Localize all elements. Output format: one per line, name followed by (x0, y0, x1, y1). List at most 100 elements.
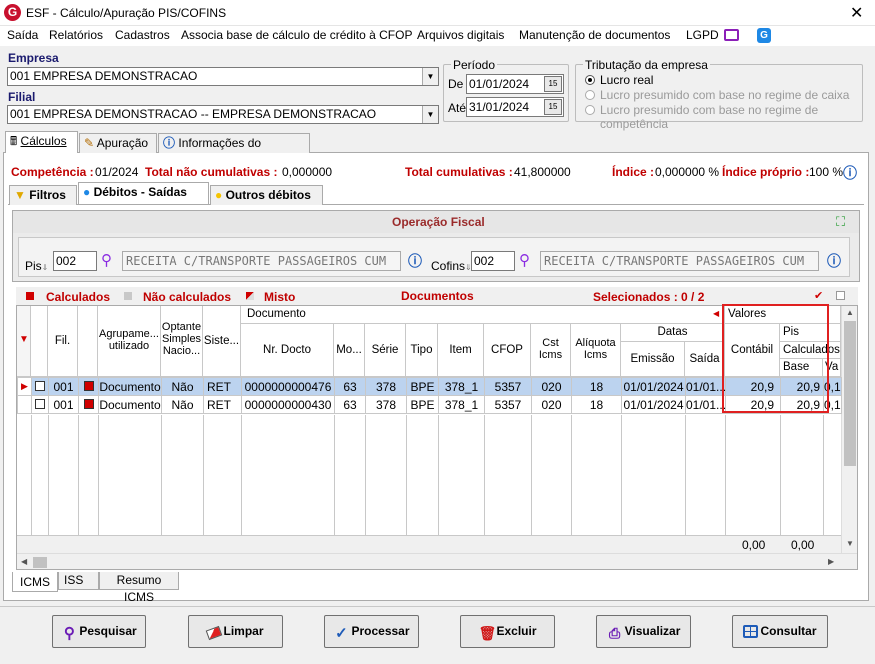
tab-resumo-icms[interactable]: Resumo ICMS (99, 572, 179, 604)
search-icon[interactable]: ⚲ (519, 251, 530, 269)
radio-lucro-presumido-caixa[interactable] (585, 90, 595, 100)
indice-value: 0,000000 % (655, 165, 720, 179)
menu-cadastros[interactable]: Cadastros (115, 28, 170, 42)
agrupamento-header[interactable]: Agrupame... utilizado (98, 306, 161, 377)
monitor-icon[interactable] (724, 29, 739, 41)
table-row[interactable]: ▶ 001 Documento Não RET 0000000000476 63… (17, 377, 842, 396)
chevron-down-icon[interactable]: ▼ (422, 106, 438, 123)
limpar-button[interactable]: Limpar (188, 615, 283, 648)
menu-saida[interactable]: Saída (7, 28, 38, 42)
lucro-real-label: Lucro real (600, 73, 654, 87)
saida-header[interactable]: Saída (685, 342, 725, 377)
footer-divider (0, 606, 875, 607)
info-icon[interactable]: ⓘ (843, 163, 857, 183)
radio-lucro-presumido-competencia[interactable] (585, 105, 595, 115)
app-g-icon[interactable]: G (757, 28, 771, 43)
serie-header[interactable]: Série (365, 324, 406, 377)
tab-apuracao[interactable]: ✎ Apuração (79, 133, 157, 153)
menu-lgpd[interactable]: LGPD (686, 28, 719, 42)
empresa-label: Empresa (8, 51, 59, 65)
table-row[interactable]: 001 Documento Não RET 0000000000430 63 3… (17, 395, 842, 414)
scroll-left-icon[interactable]: ◀ (21, 557, 27, 566)
lucro-presumido-competencia-label: Lucro presumido com base no regime de co… (600, 103, 819, 131)
info-icon: ⓘ (163, 136, 176, 150)
filial-select[interactable]: 001 EMPRESA DEMONSTRACAO -- EMPRESA DEMO… (7, 105, 439, 124)
tab-outros-debitos[interactable]: ● Outros débitos (210, 185, 323, 205)
row-checkbox[interactable] (31, 395, 49, 414)
cst-header[interactable]: Cst Icms (531, 324, 571, 377)
misto-label: Misto (264, 290, 296, 304)
calendar-icon[interactable]: 15 (544, 76, 562, 92)
hscroll-thumb[interactable] (33, 557, 47, 568)
scroll-right-icon[interactable]: ▶ (828, 557, 834, 566)
menu-manutencao[interactable]: Manutenção de documentos (519, 28, 670, 42)
search-icon[interactable]: ⚲ (101, 251, 112, 269)
date-de-field[interactable]: 01/01/2024 15 (466, 74, 564, 94)
expand-icon[interactable]: ⛶ (836, 214, 845, 230)
emissao-header[interactable]: Emissão (621, 342, 685, 377)
empty-grid-area (17, 415, 841, 535)
pis-code-input[interactable]: 002 (53, 251, 97, 271)
datas-group-header: Datas (621, 324, 725, 342)
row-checkbox[interactable] (31, 377, 49, 396)
optante-header[interactable]: Optante Simples Nacio... (161, 306, 203, 377)
app-logo-icon: G (4, 4, 21, 21)
cofins-label: Cofins⇓ (431, 259, 472, 273)
radio-lucro-real[interactable] (585, 75, 595, 85)
horizontal-scrollbar[interactable]: ◀ ▶ (17, 553, 857, 569)
date-ate-field[interactable]: 31/01/2024 15 (466, 97, 564, 117)
consultar-button[interactable]: Consultar (732, 615, 828, 648)
vertical-scrollbar[interactable]: ▲ ▼ (841, 306, 857, 553)
competencia-label: Competência : (11, 165, 94, 179)
item-header[interactable]: Item (438, 324, 484, 377)
total-nc-value: 0,000000 (282, 165, 333, 179)
processar-button[interactable]: ✓ Processar (324, 615, 419, 648)
menu-associa-base[interactable]: Associa base de cálculo de crédito à CFO… (181, 28, 412, 42)
cell-emissao: 01/01/2024 (621, 377, 686, 396)
scroll-down-icon[interactable]: ▼ (846, 539, 854, 548)
nr-docto-header[interactable]: Nr. Docto (241, 324, 334, 377)
cfop-header[interactable]: CFOP (484, 324, 531, 377)
menu-relatorios[interactable]: Relatórios (49, 28, 103, 42)
fil-header[interactable]: Fil. (48, 306, 78, 377)
info-icon[interactable]: ⓘ (827, 251, 841, 271)
status-col-header (78, 306, 98, 377)
scroll-up-icon[interactable]: ▲ (846, 308, 854, 317)
uncheck-all-icon[interactable] (836, 291, 845, 300)
total-c-value: 41,800000 (514, 165, 571, 179)
cell-serie: 378 (365, 395, 407, 414)
filial-label: Filial (8, 90, 36, 104)
competencia-value: 01/2024 (95, 165, 139, 179)
tab-informacoes[interactable]: ⓘ Informações do sistema (158, 133, 310, 168)
tab-filtros[interactable]: ▼ Filtros (9, 185, 77, 205)
tab-iss[interactable]: ISS (58, 572, 99, 590)
modelo-header[interactable]: Mo... (334, 324, 365, 377)
empresa-select[interactable]: 001 EMPRESA DEMONSTRACAO ▼ (7, 67, 439, 86)
tab-calculos[interactable]: 🖩 Cálculos (5, 131, 78, 153)
aliquota-header[interactable]: Alíquota Icms (571, 324, 621, 377)
tab-icms[interactable]: ICMS (12, 572, 58, 592)
indice-proprio-value: 100 % (809, 165, 844, 179)
pesquisar-button[interactable]: ⚲ Pesquisar (52, 615, 146, 648)
rows-container: ▶ 001 Documento Não RET 0000000000476 63… (17, 377, 842, 414)
chevron-down-icon[interactable]: ▼ (422, 68, 438, 85)
excluir-button[interactable]: 🗑Excluir (460, 615, 555, 648)
menu-arquivos-digitais[interactable]: Arquivos digitais (417, 28, 504, 42)
cofins-code-input[interactable]: 002 (471, 251, 515, 271)
pis-label: Pis⇓ (25, 259, 49, 273)
tab-debitos-saidas[interactable]: ● Débitos - Saídas (78, 182, 209, 204)
selecionados-label: Selecionados : 0 / 2 (593, 290, 705, 304)
visualizar-button[interactable]: ⎙ Visualizar (596, 615, 691, 648)
sistema-header[interactable]: Siste... (203, 306, 241, 377)
window-title: ESF - Cálculo/Apuração PIS/COFINS (26, 6, 227, 20)
close-icon[interactable]: ✕ (850, 3, 863, 23)
collapse-arrow-icon[interactable]: ◀ (713, 309, 719, 318)
ate-label: Até (448, 101, 467, 115)
info-icon[interactable]: ⓘ (408, 251, 422, 271)
calendar-icon[interactable]: 15 (544, 99, 562, 115)
check-all-icon[interactable]: ✔ (814, 289, 823, 302)
cell-aliquota: 18 (571, 377, 622, 396)
scroll-thumb[interactable] (844, 321, 856, 466)
tipo-header[interactable]: Tipo (406, 324, 438, 377)
cell-agrup: Documento (98, 395, 162, 414)
